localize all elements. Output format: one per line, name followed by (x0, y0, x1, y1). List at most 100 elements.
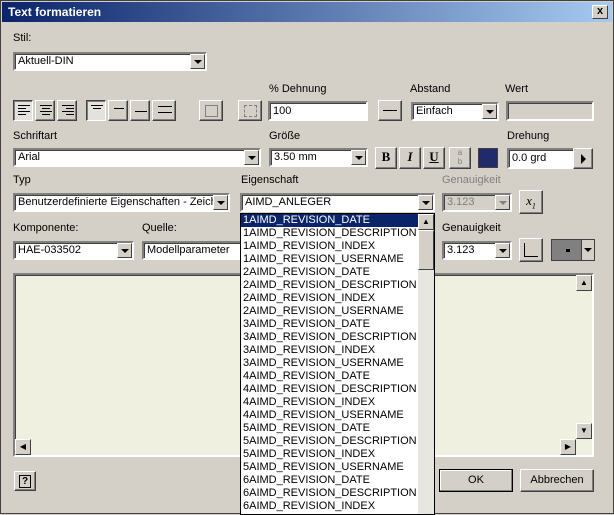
groesse-combo[interactable]: 3.50 mm (269, 148, 368, 167)
align-center-icon (40, 105, 52, 117)
schriftart-value: Arial (18, 151, 41, 163)
title-bar: Text formatieren x (2, 2, 612, 22)
align-right-button[interactable] (57, 100, 77, 121)
chevron-down-icon[interactable] (482, 104, 497, 119)
dropdown-option[interactable]: 4AIMD_REVISION_USERNAME (241, 409, 434, 422)
symbol-dropdown[interactable] (551, 239, 595, 261)
underline-button[interactable]: U (423, 147, 445, 169)
quelle-value: Modellparameter (147, 244, 230, 256)
dropdown-option[interactable]: 1AIMD_REVISION_DATE (241, 214, 434, 227)
spacing-icon (158, 106, 172, 118)
scroll-right-button[interactable]: ▶ (560, 439, 576, 455)
chevron-down-icon[interactable] (495, 195, 510, 210)
genauigkeit2-value: 3.123 (447, 244, 475, 256)
fraction-icon: ab (457, 148, 463, 166)
add-parameter-button[interactable] (519, 238, 543, 262)
chevron-down-icon[interactable] (244, 150, 259, 165)
valign-middle-button[interactable] (108, 100, 128, 121)
dropdown-option[interactable]: 5AIMD_REVISION_USERNAME (241, 461, 434, 474)
dropdown-option[interactable]: 2AIMD_REVISION_DATE (241, 266, 434, 279)
drehung-step-button[interactable] (573, 148, 593, 169)
align-right-icon (62, 105, 74, 117)
dropdown-option[interactable]: 5AIMD_REVISION_DATE (241, 422, 434, 435)
help-icon: ? (19, 475, 31, 488)
stil-combo[interactable]: Aktuell-DIN (13, 52, 207, 71)
stretch-button[interactable] (238, 100, 262, 121)
dropdown-option[interactable]: 1AIMD_REVISION_DESCRIPTION (241, 227, 434, 240)
dropdown-option[interactable]: 2AIMD_REVISION_DESCRIPTION (241, 279, 434, 292)
dehnung-input[interactable]: 100 (268, 101, 368, 121)
genauigkeit1-value: 3.123 (447, 196, 475, 208)
line-icon (383, 110, 397, 111)
align-left-button[interactable] (13, 100, 33, 121)
bold-button[interactable]: B (375, 147, 397, 169)
dropdown-option[interactable]: 1AIMD_REVISION_INDEX (241, 240, 434, 253)
close-button[interactable]: x (592, 5, 608, 19)
eigenschaft-dropdown-list[interactable]: 1AIMD_REVISION_DATE 1AIMD_REVISION_DESCRI… (240, 213, 435, 515)
scroll-left-button[interactable]: ◀ (15, 439, 31, 455)
stil-label: Stil: (13, 32, 32, 44)
dropdown-option[interactable]: 6AIMD_REVISION_DESCRIPTION (241, 487, 434, 500)
chevron-right-icon (581, 154, 586, 164)
dropdown-option[interactable]: 3AIMD_REVISION_DATE (241, 318, 434, 331)
window-title: Text formatieren (8, 5, 102, 19)
cancel-button[interactable]: Abbrechen (520, 469, 594, 492)
chevron-down-icon[interactable] (117, 243, 132, 258)
chevron-down-icon[interactable] (495, 243, 510, 258)
dropdown-option[interactable]: 4AIMD_REVISION_DATE (241, 370, 434, 383)
scroll-up-button[interactable]: ▲ (418, 214, 434, 230)
fraction-button[interactable]: ab (449, 147, 471, 169)
chevron-down-icon[interactable] (418, 195, 433, 210)
dehnung-value: 100 (273, 105, 292, 117)
text-color-swatch[interactable] (478, 148, 498, 168)
align-center-button[interactable] (35, 100, 55, 121)
komponente-combo[interactable]: HAE-033502 (13, 241, 134, 260)
dropdown-scrollbar[interactable]: ▲ (418, 214, 434, 514)
scroll-down-button[interactable]: ▼ (576, 423, 592, 439)
eigenschaft-label: Eigenschaft (241, 174, 299, 186)
insert-parameter-icon: x1 (526, 193, 536, 211)
chevron-down-icon[interactable] (213, 195, 228, 210)
dropdown-option[interactable]: 4AIMD_REVISION_INDEX (241, 396, 434, 409)
schriftart-label: Schriftart (13, 130, 58, 142)
typ-combo[interactable]: Benutzerdefinierte Eigenschaften - Zeich… (13, 193, 230, 212)
insert-parameter-button[interactable]: x1 (519, 190, 543, 214)
dropdown-option[interactable]: 3AIMD_REVISION_DESCRIPTION (241, 331, 434, 344)
genauigkeit1-combo[interactable]: 3.123 (442, 193, 512, 212)
typ-label: Typ (13, 174, 31, 186)
dropdown-option[interactable]: 4AIMD_REVISION_DESCRIPTION (241, 383, 434, 396)
text-frame-button[interactable] (199, 100, 223, 121)
dropdown-option[interactable]: 6AIMD_REVISION_INDEX (241, 500, 434, 513)
help-button[interactable]: ? (14, 471, 36, 491)
drehung-input[interactable]: 0.0 grd (507, 148, 577, 169)
dropdown-option[interactable]: 1AIMD_REVISION_USERNAME (241, 253, 434, 266)
scroll-thumb[interactable] (418, 230, 434, 270)
dropdown-option[interactable]: 5AIMD_REVISION_DESCRIPTION (241, 435, 434, 448)
chevron-down-icon[interactable] (190, 54, 205, 69)
ok-button[interactable]: OK (439, 469, 513, 492)
dropdown-option[interactable]: 2AIMD_REVISION_USERNAME (241, 305, 434, 318)
valign-top-icon (91, 105, 103, 117)
groesse-label: Größe (269, 130, 301, 142)
dropdown-option[interactable]: 3AIMD_REVISION_INDEX (241, 344, 434, 357)
chevron-down-icon[interactable] (581, 240, 594, 260)
dropdown-option[interactable]: 6AIMD_REVISION_DATE (241, 474, 434, 487)
drehung-label: Drehung (507, 130, 550, 142)
line-spacing-button[interactable] (152, 100, 176, 121)
dropdown-option[interactable]: 5AIMD_REVISION_INDEX (241, 448, 434, 461)
valign-bottom-button[interactable] (130, 100, 150, 121)
line-button[interactable] (378, 100, 402, 121)
schriftart-combo[interactable]: Arial (13, 148, 261, 167)
italic-button[interactable]: I (399, 147, 421, 169)
dropdown-option[interactable]: 2AIMD_REVISION_INDEX (241, 292, 434, 305)
chevron-down-icon[interactable] (351, 150, 366, 165)
text-format-dialog: Text formatieren x Stil: Aktuell-DIN % D… (0, 0, 614, 515)
wert-input[interactable] (506, 101, 594, 121)
eigenschaft-combo[interactable]: AIMD_ANLEGER (240, 193, 435, 212)
scroll-up-button[interactable]: ▲ (576, 275, 592, 291)
dropdown-option[interactable]: 3AIMD_REVISION_USERNAME (241, 357, 434, 370)
abstand-combo[interactable]: Einfach (411, 102, 499, 121)
genauigkeit2-combo[interactable]: 3.123 (442, 241, 512, 260)
valign-top-button[interactable] (86, 100, 106, 121)
eigenschaft-value: AIMD_ANLEGER (245, 196, 332, 208)
